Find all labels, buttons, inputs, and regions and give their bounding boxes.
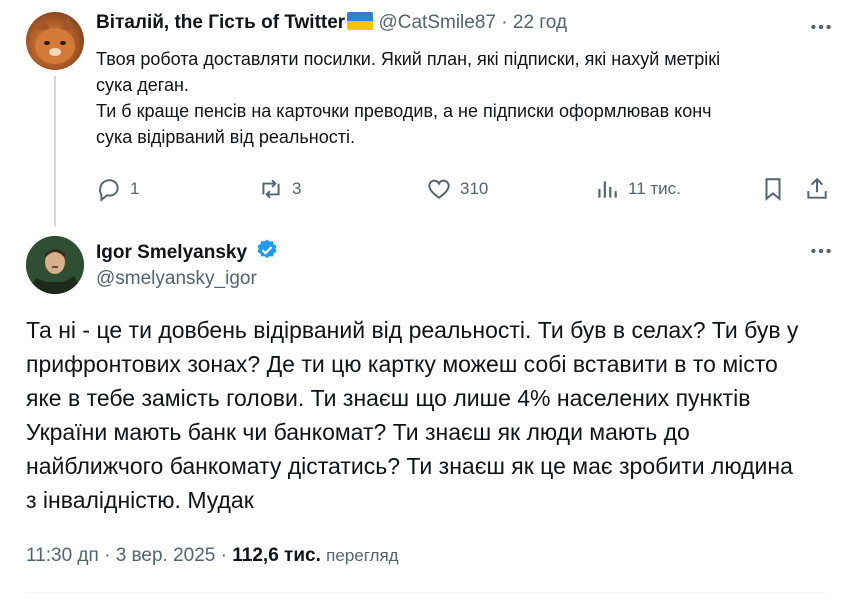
more-icon[interactable] (808, 238, 834, 264)
bookmark-button[interactable] (760, 176, 786, 202)
tweet-meta: 11:30 дп · 3 вер. 2025 · 112,6 тис. пере… (26, 545, 399, 567)
main-display-name[interactable]: Igor Smelyansky (96, 242, 247, 263)
reply-icon (99, 179, 119, 202)
reply-text-line: сука відірваний від реальності. (96, 127, 355, 147)
avatar-igor[interactable] (26, 236, 84, 294)
heart-icon (428, 179, 450, 199)
like-count: 310 (460, 179, 489, 198)
separator-dot: · (501, 12, 508, 33)
main-handle[interactable]: @smelyansky_igor (96, 268, 257, 290)
share-icon (807, 177, 827, 199)
divider (26, 592, 826, 593)
views-label: перегляд (326, 546, 399, 565)
repost-button[interactable]: 3 (258, 176, 301, 202)
reply-text-line: Твоя робота доставляти посилки. Який пла… (96, 49, 721, 69)
views-icon (598, 181, 617, 198)
like-button[interactable]: 310 (426, 176, 488, 202)
views-total: 112,6 тис. (232, 545, 321, 566)
main-text-line: з інвалідністю. Мудак (26, 487, 254, 513)
tweet-time[interactable]: 11:30 дп (26, 545, 99, 566)
main-text-line: найближчого банкомату дістатись? Ти знає… (26, 453, 793, 479)
main-text: Та ні - це ти довбень відірваний від реа… (26, 313, 798, 517)
tweet-date[interactable]: 3 вер. 2025 (116, 545, 216, 566)
share-button[interactable] (804, 176, 830, 202)
reply-button[interactable]: 1 (96, 176, 139, 202)
reply-time[interactable]: 22 год (513, 12, 567, 33)
verified-icon (257, 239, 277, 259)
reply-text-line: сука деган. (96, 75, 189, 95)
reply-count: 1 (130, 179, 140, 198)
avatar-catsmile[interactable] (26, 12, 84, 70)
bookmark-icon (765, 178, 781, 201)
main-text-line: прифронтових зонах? Де ти цю картку може… (26, 351, 778, 377)
reply-text: Твоя робота доставляти посилки. Який пла… (96, 46, 720, 150)
reply-display-name[interactable]: Віталій, the Гість of Twitter (96, 12, 345, 33)
main-text-line: Та ні - це ти довбень відірваний від реа… (26, 317, 799, 343)
reply-header: Віталій, the Гість of Twitter @CatSmile8… (96, 12, 567, 34)
reply-handle[interactable]: @CatSmile87 (378, 12, 496, 33)
views-button[interactable]: 11 тис. (594, 176, 681, 202)
main-header: Igor Smelyansky (96, 238, 279, 264)
reply-text-line: Ти б краще пенсів на карточки преводив, … (96, 101, 712, 121)
repost-icon (262, 179, 280, 199)
separator-dot: · (104, 545, 111, 566)
main-text-line: України мають банк чи банкомат? Ти знаєш… (26, 419, 690, 445)
repost-count: 3 (292, 179, 302, 198)
ukraine-flag-icon (347, 12, 374, 30)
more-icon[interactable] (808, 14, 834, 40)
thread-line (54, 76, 56, 226)
main-text-line: яке в тебе замість голови. Ти знаєш що л… (26, 385, 751, 411)
views-count: 11 тис. (628, 179, 681, 198)
separator-dot: · (220, 545, 227, 566)
